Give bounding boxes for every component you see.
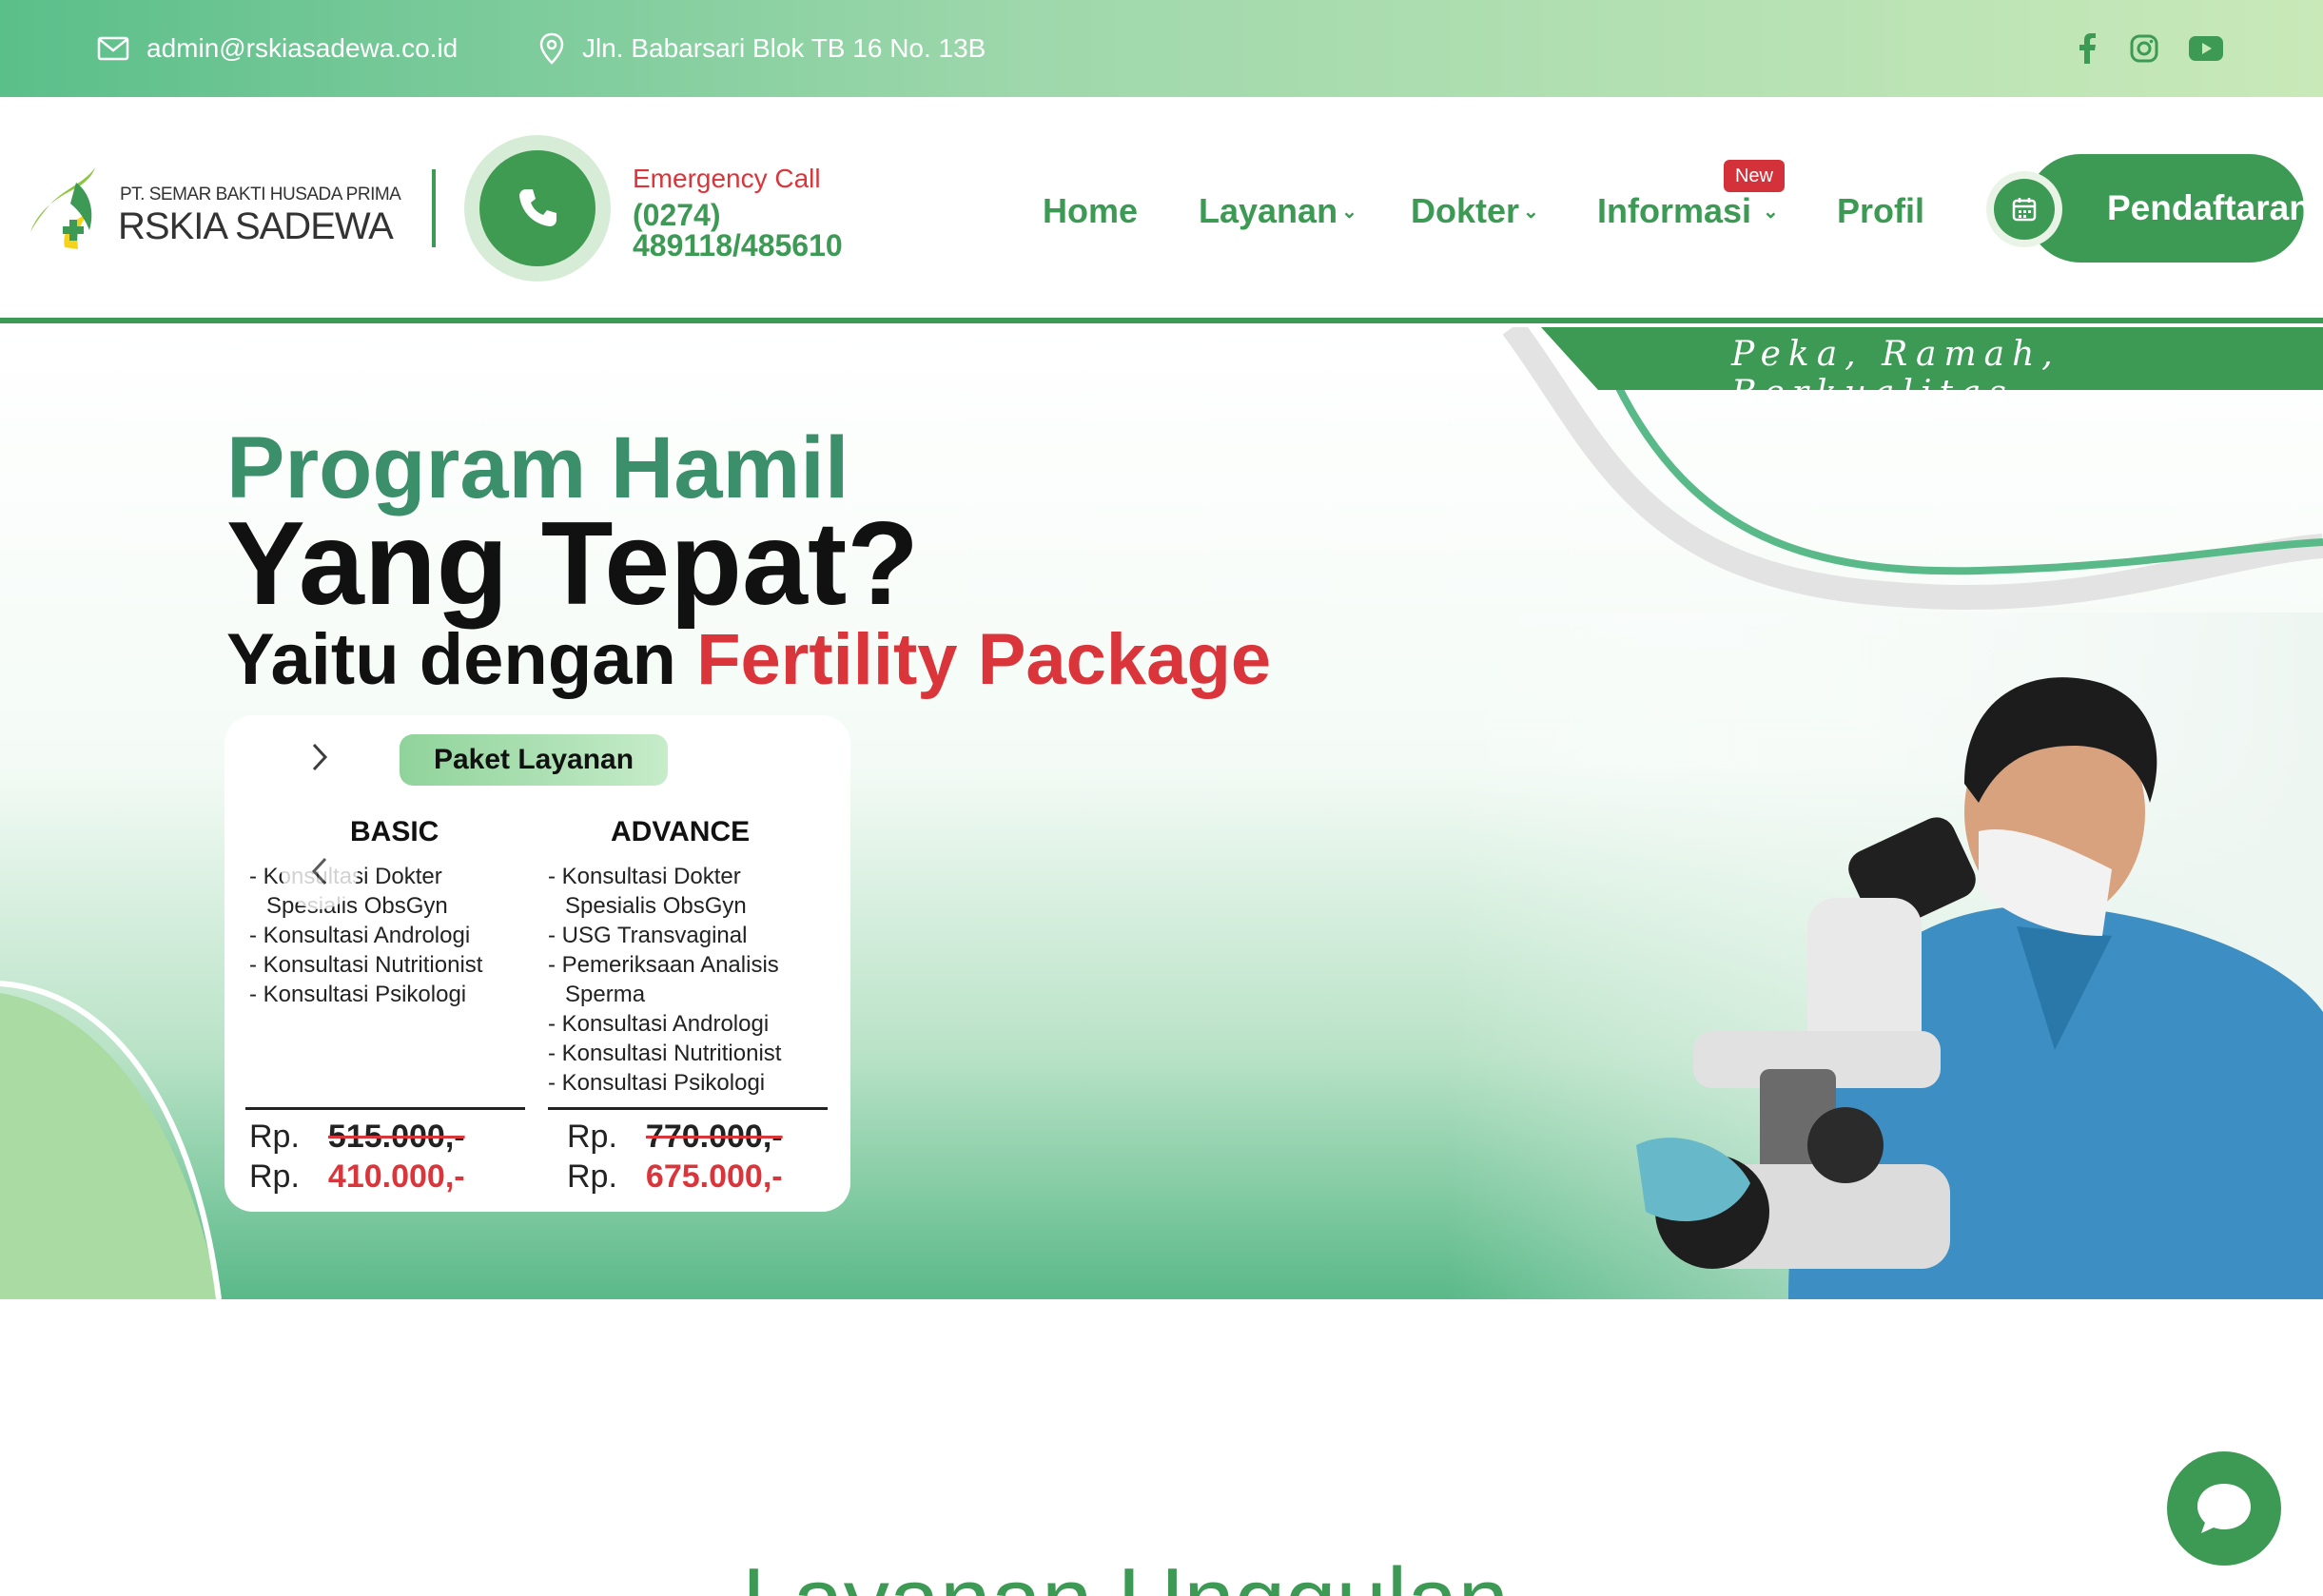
site-logo[interactable]: PT. SEMAR BAKTI HUSADA PRIMA RSKIA SADEW… <box>23 164 403 259</box>
emergency-call-button[interactable] <box>479 150 595 266</box>
mail-icon <box>97 36 129 61</box>
list-item: Konsultasi Nutritionist <box>548 1039 833 1068</box>
chevron-down-icon: ⌄ <box>1341 201 1357 223</box>
logo-company: PT. SEMAR BAKTI HUSADA PRIMA <box>120 185 401 204</box>
nav-layanan[interactable]: Layanan ⌄ <box>1199 190 1357 232</box>
location-pin-icon <box>539 32 564 65</box>
list-item: Pemeriksaan Analisis Sperma <box>548 950 833 1009</box>
nav-dokter-label: Dokter <box>1411 191 1520 230</box>
header-divider <box>432 169 436 247</box>
new-price: 675.000,- <box>645 1158 783 1195</box>
hero-banner: Peka, Ramah, Berkualitas Program Hamil Y… <box>0 327 2323 1299</box>
basic-new-price: Rp. 410.000,- <box>249 1158 465 1196</box>
slider-next-button[interactable] <box>282 719 358 795</box>
currency-label: Rp. <box>567 1158 617 1195</box>
chevron-left-icon <box>311 857 327 886</box>
hero-title-highlight: Fertility Package <box>696 619 1272 700</box>
hero-title-line2: Yang Tepat? <box>226 498 920 630</box>
phone-icon <box>519 189 556 226</box>
pendaftaran-label: Pendaftaran <box>2107 188 2311 227</box>
currency-label: Rp. <box>567 1119 617 1155</box>
new-badge: New <box>1724 160 1785 192</box>
list-item: Konsultasi Psikologi <box>548 1068 833 1098</box>
calendar-icon <box>1994 179 2055 240</box>
top-bar: admin@rskiasadewa.co.id Jln. Babarsari B… <box>0 0 2323 97</box>
basic-title: BASIC <box>350 816 439 847</box>
logo-mark <box>30 167 95 249</box>
old-price: 515.000,- <box>327 1119 465 1155</box>
nav-dokter[interactable]: Dokter ⌄ <box>1411 190 1539 232</box>
email-text: admin@rskiasadewa.co.id <box>146 33 459 63</box>
old-price: 770.000,- <box>645 1119 783 1155</box>
nav-informasi-label: Informasi <box>1597 191 1752 230</box>
chevron-down-icon: ⌄ <box>1763 201 1779 223</box>
list-item: Konsultasi Dokter Spesialis ObsGyn <box>548 862 833 921</box>
hero-title-prefix: Yaitu dengan <box>226 619 697 700</box>
hero-tagline: Peka, Ramah, Berkualitas <box>1731 335 2060 413</box>
new-price: 410.000,- <box>327 1158 465 1195</box>
advance-divider <box>548 1107 828 1110</box>
advance-old-price: Rp. 770.000,- <box>567 1119 783 1156</box>
list-item: Konsultasi Andrologi <box>548 1009 833 1039</box>
list-item: Konsultasi Andrologi <box>249 921 535 950</box>
pendaftaran-button[interactable]: Pendaftaran <box>2026 154 2311 263</box>
list-item: USG Transvaginal <box>548 921 833 950</box>
contact-address: Jln. Babarsari Blok TB 16 No. 13B <box>538 0 986 97</box>
currency-label: Rp. <box>249 1158 300 1195</box>
address-text: Jln. Babarsari Blok TB 16 No. 13B <box>582 33 986 63</box>
youtube-icon[interactable] <box>2184 25 2228 72</box>
emergency-label: Emergency Call <box>633 164 821 193</box>
nav-home-label: Home <box>1043 191 1139 230</box>
nav-informasi[interactable]: Informasi ⌄ <box>1597 190 1779 232</box>
nav-profil-label: Profil <box>1837 191 1925 230</box>
advance-list: Konsultasi Dokter Spesialis ObsGyn USG T… <box>548 862 833 1098</box>
section-title: Layanan Unggulan <box>742 1548 1509 1596</box>
chevron-down-icon: ⌄ <box>1523 201 1539 223</box>
chevron-right-icon <box>312 743 328 771</box>
main-header: PT. SEMAR BAKTI HUSADA PRIMA RSKIA SADEW… <box>0 97 2323 323</box>
advance-title: ADVANCE <box>611 816 751 847</box>
hero-title-line3: Yaitu dengan Fertility Package <box>226 618 1271 701</box>
contact-email[interactable]: admin@rskiasadewa.co.id <box>97 0 458 97</box>
nav-home[interactable]: Home <box>1043 190 1138 232</box>
package-pill: Paket Layanan <box>400 734 668 786</box>
currency-label: Rp. <box>249 1119 300 1155</box>
facebook-icon[interactable] <box>2070 25 2104 72</box>
basic-old-price: Rp. 515.000,- <box>249 1119 465 1156</box>
doctor-microscope-photo <box>1446 613 2323 1299</box>
nav-profil[interactable]: Profil <box>1837 190 1924 232</box>
emergency-number[interactable]: (0274) 489118/485610 <box>633 200 880 261</box>
chat-button[interactable] <box>2167 1451 2281 1566</box>
instagram-icon[interactable] <box>2125 25 2163 72</box>
slider-prev-button[interactable] <box>282 833 358 909</box>
basic-divider <box>245 1107 525 1110</box>
nav-layanan-label: Layanan <box>1199 191 1338 230</box>
list-item: Konsultasi Psikologi <box>249 980 535 1009</box>
advance-new-price: Rp. 675.000,- <box>567 1158 783 1196</box>
logo-title: RSKIA SADEWA <box>118 205 394 247</box>
chat-bubble-icon <box>2197 1484 2251 1533</box>
list-item: Konsultasi Nutritionist <box>249 950 535 980</box>
